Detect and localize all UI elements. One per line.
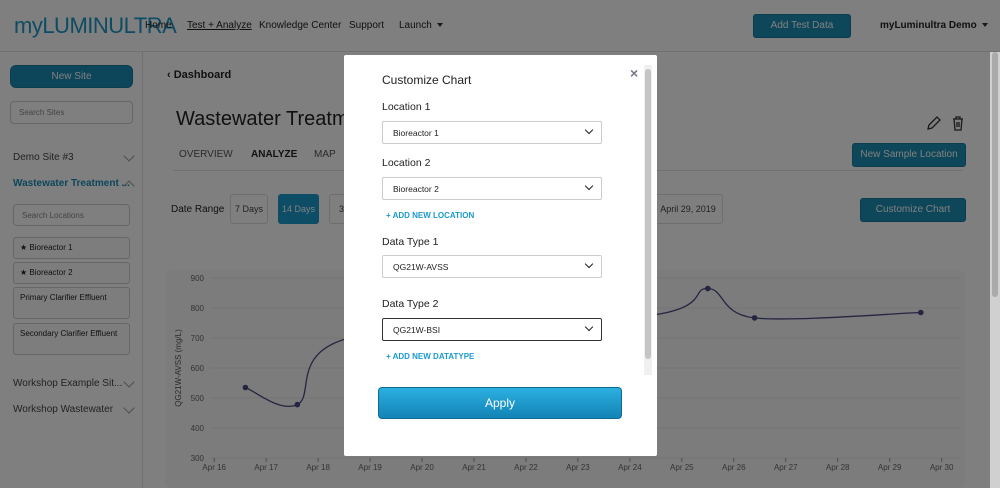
add-new-datatype-link[interactable]: + ADD NEW DATATYPE [386, 352, 474, 361]
chevron-down-icon [584, 181, 594, 191]
data-type-2-label: Data Type 2 [382, 298, 439, 310]
add-new-location-link[interactable]: + ADD NEW LOCATION [386, 211, 474, 220]
data-type-2-value: QG21W-BSI [393, 325, 441, 335]
location-1-value: Bioreactor 1 [393, 128, 439, 138]
modal-scrollbar[interactable] [644, 65, 652, 375]
page-scrollbar-thumb[interactable] [992, 52, 998, 297]
apply-button[interactable]: Apply [378, 387, 622, 419]
data-type-2-select[interactable]: QG21W-BSI [382, 318, 602, 341]
data-type-1-value: QG21W-AVSS [393, 262, 449, 272]
chevron-down-icon [584, 125, 594, 135]
modal-title: Customize Chart [382, 73, 472, 87]
close-icon[interactable]: × [630, 65, 638, 81]
modal-scrollbar-thumb[interactable] [645, 69, 651, 359]
location-2-value: Bioreactor 2 [393, 184, 439, 194]
data-type-1-select[interactable]: QG21W-AVSS [382, 255, 602, 278]
data-type-1-label: Data Type 1 [382, 236, 439, 248]
location-2-label: Location 2 [382, 157, 431, 169]
chevron-down-icon [584, 322, 594, 332]
chevron-down-icon [584, 259, 594, 269]
location-1-label: Location 1 [382, 101, 431, 113]
page-scrollbar[interactable] [990, 52, 1000, 488]
customize-chart-modal: Customize Chart × Location 1 Bioreactor … [344, 55, 657, 456]
location-2-select[interactable]: Bioreactor 2 [382, 177, 602, 200]
location-1-select[interactable]: Bioreactor 1 [382, 121, 602, 144]
